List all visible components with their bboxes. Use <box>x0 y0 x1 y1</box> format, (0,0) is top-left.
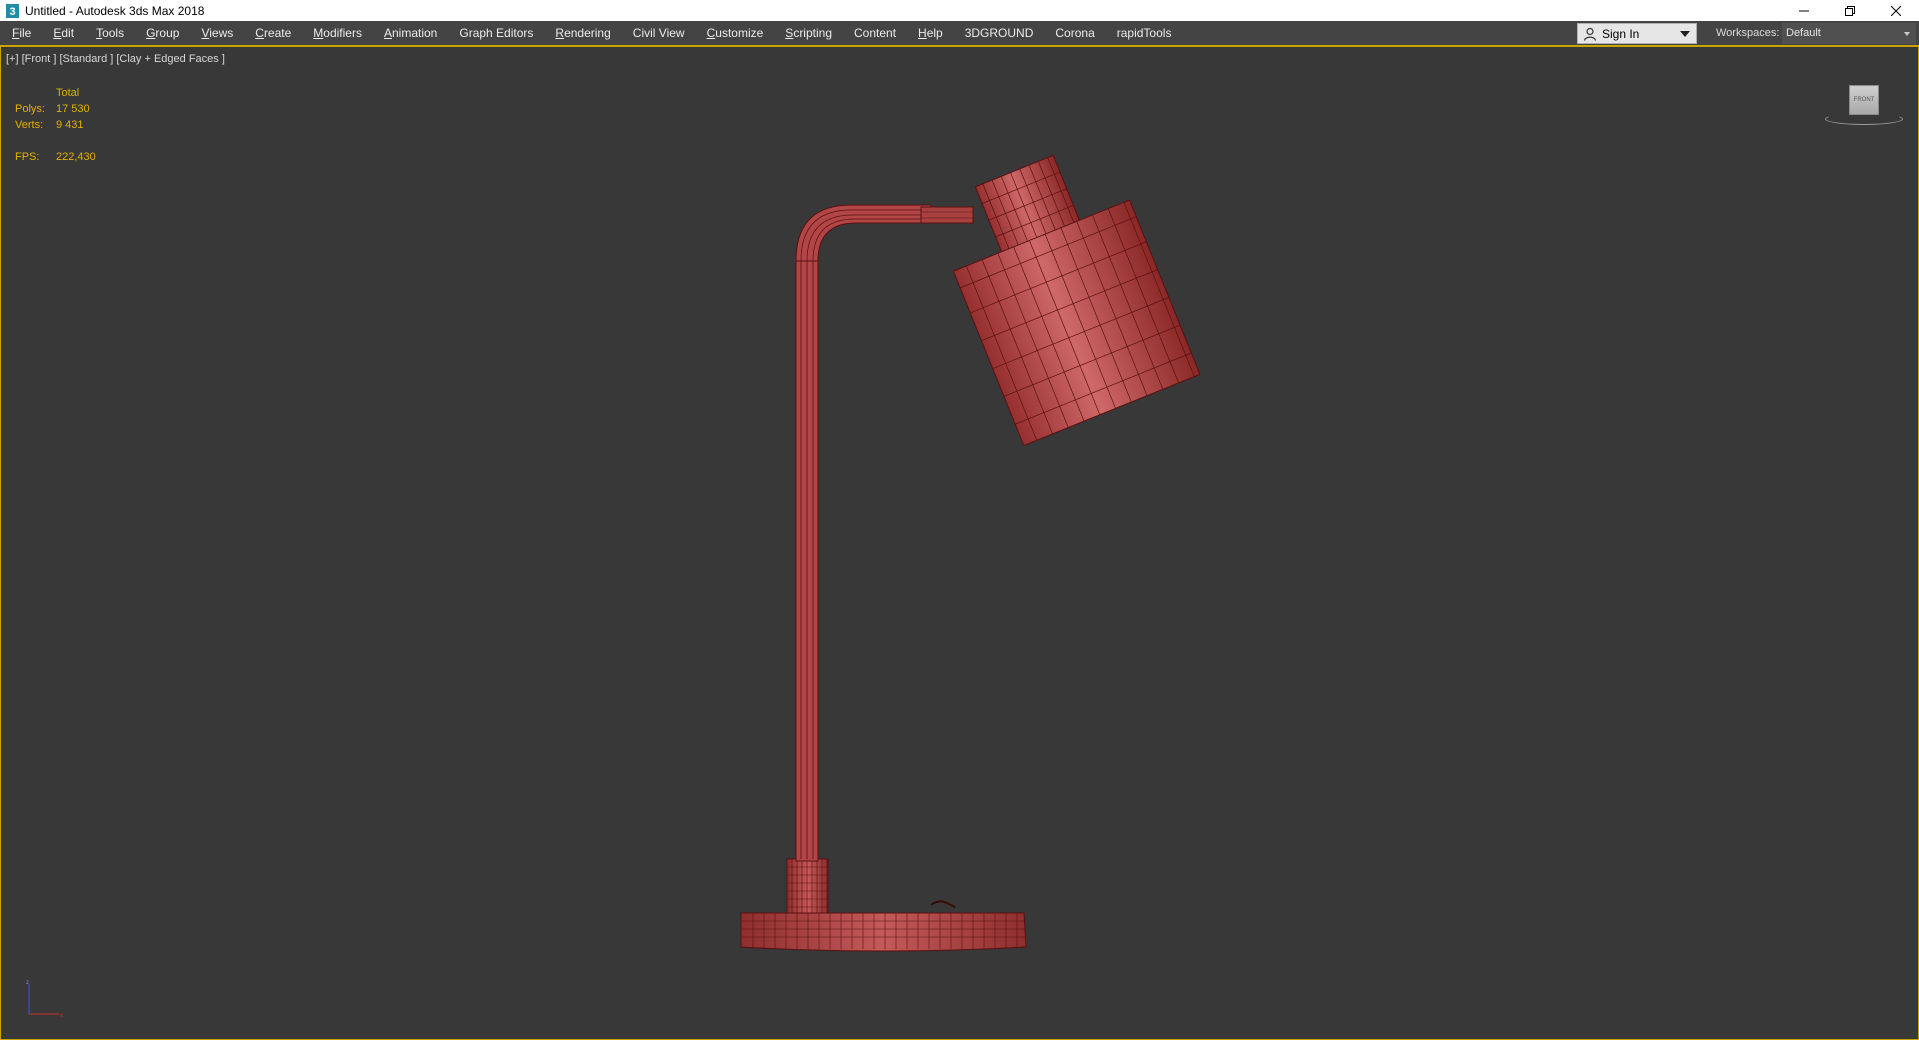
lamp-pole[interactable] <box>795 204 974 862</box>
title-bar: 3 Untitled - Autodesk 3ds Max 2018 <box>0 0 1919 21</box>
minimize-button[interactable] <box>1781 0 1827 21</box>
menu-bar: File Edit Tools Group Views Create Modifiers An… <box>0 21 1919 46</box>
menu-item-file[interactable]: File <box>0 21 42 46</box>
svg-text:x: x <box>60 1013 63 1019</box>
chevron-down-icon <box>1680 31 1690 37</box>
menu-items: File Edit Tools Group Views Create Modifiers An… <box>0 21 1182 46</box>
close-button[interactable] <box>1873 0 1919 21</box>
svg-text:z: z <box>26 980 29 986</box>
user-icon <box>1583 27 1597 41</box>
menu-item-animation[interactable]: Animation <box>373 21 448 46</box>
menu-item-group[interactable]: Group <box>135 21 190 46</box>
menu-item-help[interactable]: Help <box>907 21 954 46</box>
svg-text:3: 3 <box>9 6 15 18</box>
3dsmax-app-icon[interactable]: 3 <box>5 3 19 18</box>
menu-item-modifiers[interactable]: Modifiers <box>302 21 373 46</box>
menu-item-rendering[interactable]: Rendering <box>544 21 621 46</box>
workspaces-select[interactable]: Default <box>1782 23 1916 44</box>
menu-item-civil-view[interactable]: Civil View <box>622 21 696 46</box>
restore-button[interactable] <box>1827 0 1873 21</box>
menu-item-3dground[interactable]: 3DGROUND <box>954 21 1045 46</box>
workspaces-label: Workspaces: <box>1716 27 1780 39</box>
menu-item-create[interactable]: Create <box>244 21 302 46</box>
chevron-down-icon <box>1904 32 1910 36</box>
lamp-shade[interactable] <box>927 135 1201 447</box>
window-controls <box>1781 0 1919 21</box>
menu-item-edit[interactable]: Edit <box>42 21 85 46</box>
menu-item-content[interactable]: Content <box>843 21 907 46</box>
menu-item-tools[interactable]: Tools <box>85 21 135 46</box>
sign-in-dropdown[interactable]: Sign In <box>1577 23 1697 44</box>
menu-item-customize[interactable]: Customize <box>696 21 775 46</box>
menu-item-views[interactable]: Views <box>190 21 244 46</box>
minimize-icon <box>1799 10 1809 11</box>
desk-lamp-model[interactable] <box>1 47 1918 1039</box>
workspaces-value: Default <box>1786 27 1821 39</box>
window-title: Untitled - Autodesk 3ds Max 2018 <box>25 3 205 18</box>
app-window: 3 Untitled - Autodesk 3ds Max 2018 File E <box>0 0 1919 1040</box>
menu-item-scripting[interactable]: Scripting <box>774 21 843 46</box>
menu-item-graph-editors[interactable]: Graph Editors <box>448 21 544 46</box>
restore-icon <box>1845 5 1855 16</box>
front-viewport[interactable]: [+] [Front ] [Standard ] [Clay + Edged F… <box>0 46 1919 1040</box>
menu-item-rapidtools[interactable]: rapidTools <box>1106 21 1183 46</box>
sign-in-label: Sign In <box>1602 26 1640 41</box>
close-icon <box>1891 5 1901 16</box>
menu-item-corona[interactable]: Corona <box>1044 21 1105 46</box>
lamp-base[interactable] <box>740 900 1027 952</box>
lamp-collar[interactable] <box>786 858 829 914</box>
axis-tripod-icon: z x <box>26 980 63 1019</box>
